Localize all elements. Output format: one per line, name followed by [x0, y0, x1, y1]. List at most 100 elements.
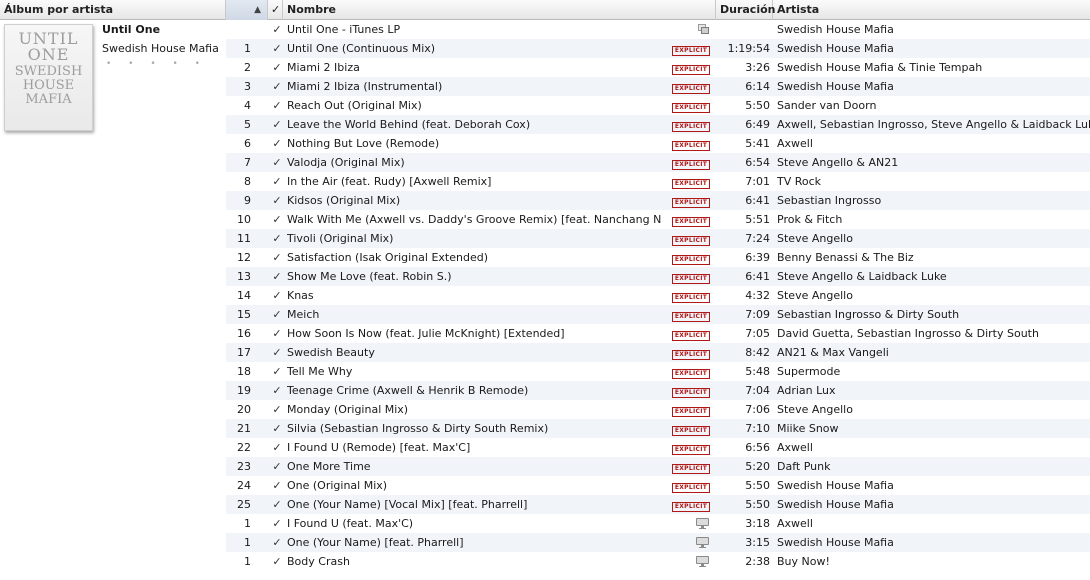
album-artist[interactable]: Swedish House Mafia [102, 42, 219, 55]
track-checkbox[interactable]: ✓ [271, 495, 283, 514]
explicit-badge-cell: EXPLICIT [672, 77, 712, 96]
track-checkbox[interactable]: ✓ [271, 134, 283, 153]
track-checkbox[interactable]: ✓ [271, 476, 283, 495]
track-checkbox[interactable]: ✓ [271, 438, 283, 457]
track-row[interactable]: 6 ✓ Nothing But Love (Remode) EXPLICIT 5:41 A… [226, 134, 1090, 153]
track-row[interactable]: 17 ✓ Swedish Beauty EXPLICIT 8:42 AN21 & Max … [226, 343, 1090, 362]
track-checkbox[interactable]: ✓ [271, 514, 283, 533]
music-video-icon [696, 518, 709, 530]
column-header-check[interactable]: ✓ [268, 0, 283, 20]
track-checkbox[interactable]: ✓ [271, 552, 283, 571]
track-name: One (Original Mix) [287, 479, 388, 492]
track-checkbox[interactable]: ✓ [271, 305, 283, 324]
track-row[interactable]: 25 ✓ One (Your Name) [Vocal Mix] [feat. Ph… [226, 495, 1090, 514]
track-artist: Swedish House Mafia [777, 23, 894, 36]
track-number: 25 [237, 498, 251, 511]
track-number: 20 [237, 403, 251, 416]
track-row[interactable]: 23 ✓ One More Time EXPLICIT 5:20 Daft Punk [226, 457, 1090, 476]
track-row[interactable]: 11 ✓ Tivoli (Original Mix) EXPLICIT 7:24 Stev… [226, 229, 1090, 248]
album-rating[interactable]: • • • • • [106, 59, 207, 69]
track-row[interactable]: 9 ✓ Kidsos (Original Mix) EXPLICIT 6:41 Sebas… [226, 191, 1090, 210]
track-row[interactable]: 15 ✓ Meich EXPLICIT 7:09 Sebastian Ingrosso &… [226, 305, 1090, 324]
track-row[interactable]: 1 ✓ Until One (Continuous Mix) EXPLICIT 1:19… [226, 39, 1090, 58]
explicit-badge-cell: EXPLICIT [672, 419, 712, 438]
track-row[interactable]: 1 ✓ Body Crash 2:38 Buy Now! [226, 552, 1090, 571]
track-row[interactable]: 10 ✓ Walk With Me (Axwell vs. Daddy's Groo… [226, 210, 1090, 229]
track-checkbox[interactable]: ✓ [271, 39, 283, 58]
track-row[interactable]: 13 ✓ Show Me Love (feat. Robin S.) EXPLICIT… [226, 267, 1090, 286]
track-row[interactable]: 14 ✓ Knas EXPLICIT 4:32 Steve Angello [226, 286, 1090, 305]
explicit-badge-cell: EXPLICIT [672, 96, 712, 115]
track-row[interactable]: 2 ✓ Miami 2 Ibiza EXPLICIT 3:26 Swedish House… [226, 58, 1090, 77]
track-number: 6 [244, 137, 251, 150]
track-row[interactable]: 20 ✓ Monday (Original Mix) EXPLICIT 7:06 Stev… [226, 400, 1090, 419]
track-checkbox[interactable]: ✓ [271, 115, 283, 134]
track-row[interactable]: 12 ✓ Satisfaction (Isak Original Extended)… [226, 248, 1090, 267]
track-checkbox[interactable]: ✓ [271, 267, 283, 286]
track-name: Knas [287, 289, 314, 302]
track-checkbox[interactable]: ✓ [271, 400, 283, 419]
track-checkbox[interactable]: ✓ [271, 381, 283, 400]
track-row[interactable]: 22 ✓ I Found U (Remode) [feat. Max'C] EXPLI… [226, 438, 1090, 457]
track-checkbox[interactable]: ✓ [271, 286, 283, 305]
track-number: 1 [244, 517, 251, 530]
track-checkbox[interactable]: ✓ [271, 229, 283, 248]
track-name: Walk With Me (Axwell vs. Daddy's Groove … [287, 213, 662, 226]
track-checkbox[interactable]: ✓ [271, 419, 283, 438]
track-checkbox[interactable]: ✓ [271, 343, 283, 362]
track-checkbox[interactable]: ✓ [271, 153, 283, 172]
track-row[interactable]: ✓ Until One - iTunes LP Swedish House Mafi… [226, 20, 1090, 39]
track-row[interactable]: 5 ✓ Leave the World Behind (feat. Deborah … [226, 115, 1090, 134]
album-title[interactable]: Until One [102, 23, 160, 36]
track-artist: Swedish House Mafia [777, 80, 894, 93]
column-header-duration[interactable]: Duración [716, 0, 776, 20]
explicit-badge: EXPLICIT [672, 236, 710, 246]
track-name: Tivoli (Original Mix) [287, 232, 394, 245]
column-header-name[interactable]: Nombre [283, 0, 716, 20]
track-checkbox[interactable]: ✓ [271, 210, 283, 229]
track-checkbox[interactable]: ✓ [271, 457, 283, 476]
track-duration: 6:41 [745, 270, 770, 283]
track-name: One (Your Name) [feat. Pharrell] [287, 536, 464, 549]
track-checkbox[interactable]: ✓ [271, 248, 283, 267]
track-checkbox[interactable]: ✓ [271, 191, 283, 210]
track-row[interactable]: 1 ✓ I Found U (feat. Max'C) 3:18 Axwell [226, 514, 1090, 533]
track-artist: Adrian Lux [777, 384, 836, 397]
explicit-badge-cell: EXPLICIT [672, 39, 712, 58]
track-row[interactable]: 16 ✓ How Soon Is Now (feat. Julie McKnight… [226, 324, 1090, 343]
column-header-number[interactable]: ▲ [226, 0, 268, 20]
track-row[interactable]: 21 ✓ Silvia (Sebastian Ingrosso & Dirty So… [226, 419, 1090, 438]
track-row[interactable]: 8 ✓ In the Air (feat. Rudy) [Axwell Remix]… [226, 172, 1090, 191]
track-checkbox[interactable]: ✓ [271, 324, 283, 343]
track-artist: Supermode [777, 365, 841, 378]
track-row[interactable]: 18 ✓ Tell Me Why EXPLICIT 5:48 Supermode [226, 362, 1090, 381]
explicit-badge-cell: EXPLICIT [672, 115, 712, 134]
track-artist: Miike Snow [777, 422, 839, 435]
track-checkbox[interactable]: ✓ [271, 172, 283, 191]
track-row[interactable]: 1 ✓ One (Your Name) [feat. Pharrell] 3:15 Sw… [226, 533, 1090, 552]
explicit-badge-cell: EXPLICIT [672, 457, 712, 476]
track-artist: David Guetta, Sebastian Ingrosso & Dirty… [777, 327, 1039, 340]
track-artist: Prok & Fitch [777, 213, 843, 226]
track-name: Reach Out (Original Mix) [287, 99, 422, 112]
track-checkbox[interactable]: ✓ [271, 362, 283, 381]
track-checkbox[interactable]: ✓ [271, 533, 283, 552]
album-artwork[interactable]: UNTIL ONE SWEDISH HOUSE MAFIA [4, 24, 93, 131]
track-name: Leave the World Behind (feat. Deborah Co… [287, 118, 531, 131]
track-number: 21 [237, 422, 251, 435]
track-checkbox[interactable]: ✓ [271, 77, 283, 96]
explicit-badge: EXPLICIT [672, 407, 710, 417]
track-row[interactable]: 24 ✓ One (Original Mix) EXPLICIT 5:50 Swedish… [226, 476, 1090, 495]
track-duration: 5:50 [745, 479, 770, 492]
track-checkbox[interactable]: ✓ [271, 20, 283, 39]
track-row[interactable]: 3 ✓ Miami 2 Ibiza (Instrumental) EXPLICIT 6:… [226, 77, 1090, 96]
track-checkbox[interactable]: ✓ [271, 58, 283, 77]
column-header-album[interactable]: Álbum por artista [0, 0, 226, 20]
track-row[interactable]: 19 ✓ Teenage Crime (Axwell & Henrik B Remo… [226, 381, 1090, 400]
column-header-artist[interactable]: Artista [773, 0, 1090, 20]
explicit-badge-cell: EXPLICIT [672, 324, 712, 343]
column-header-bar: Álbum por artista ▲ ✓ Nombre Duración Ar… [0, 0, 1090, 20]
track-row[interactable]: 7 ✓ Valodja (Original Mix) EXPLICIT 6:54 Stev… [226, 153, 1090, 172]
track-row[interactable]: 4 ✓ Reach Out (Original Mix) EXPLICIT 5:50 Sa… [226, 96, 1090, 115]
track-checkbox[interactable]: ✓ [271, 96, 283, 115]
